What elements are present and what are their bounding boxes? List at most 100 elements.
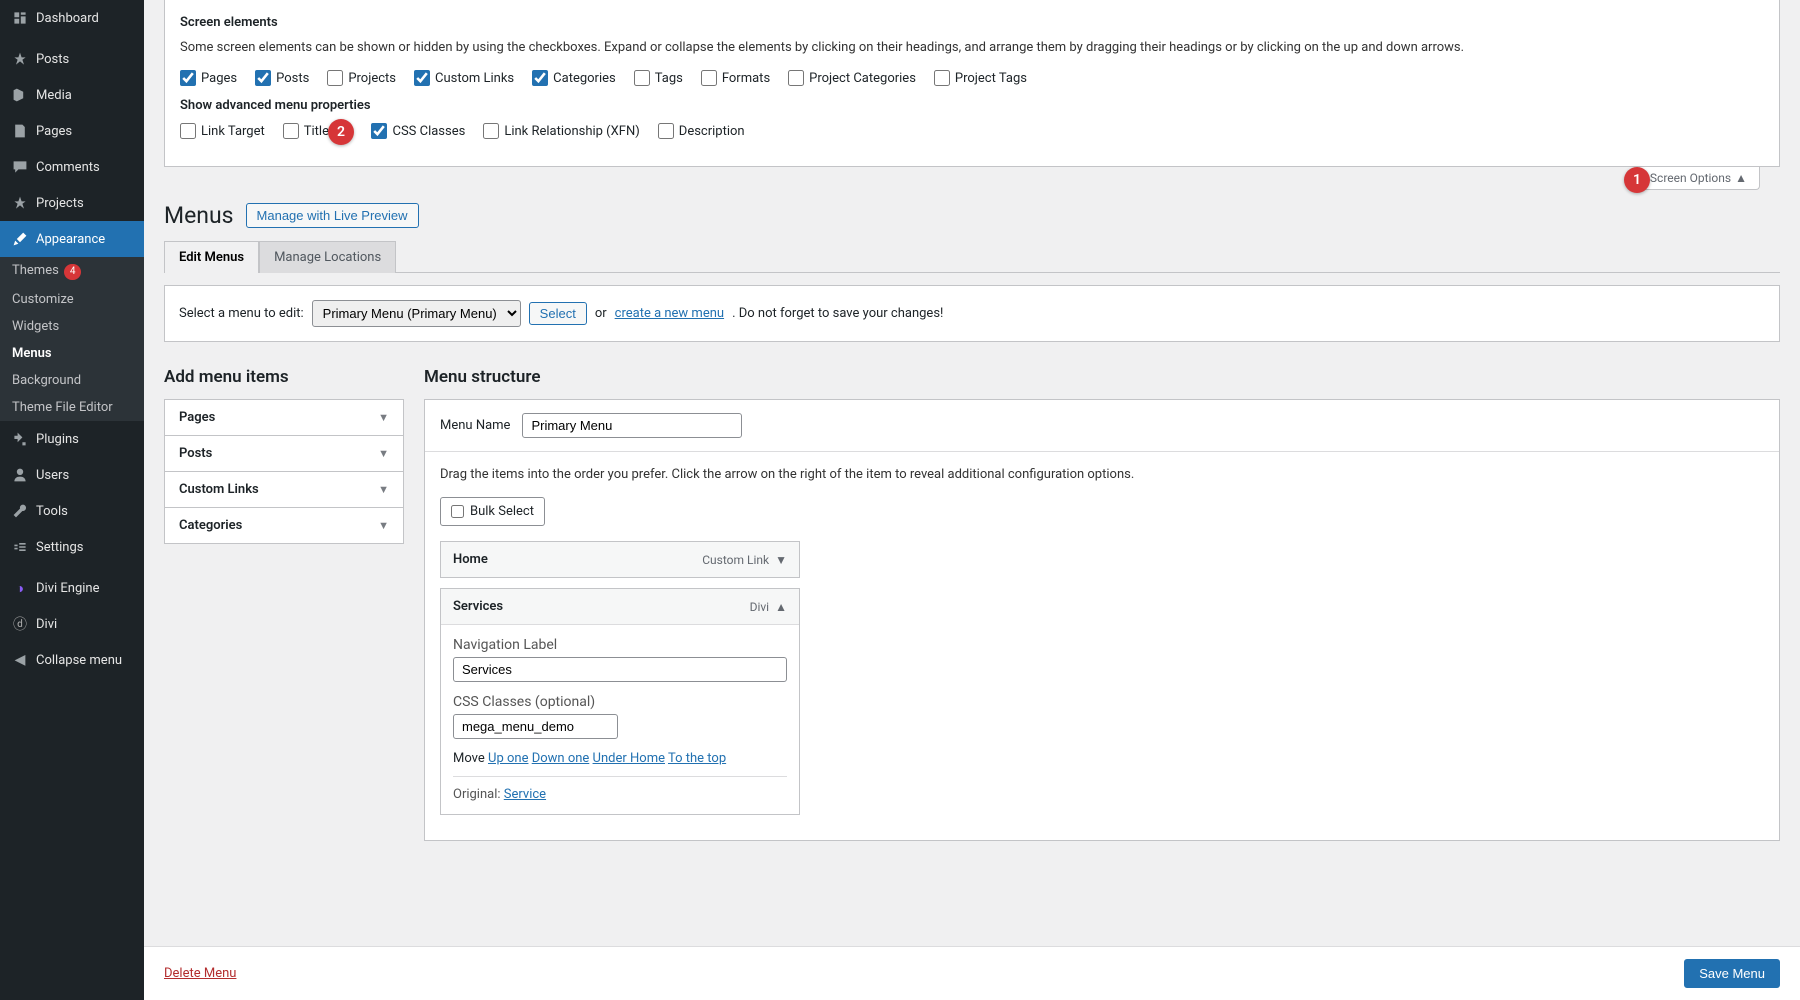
- menu-item-header[interactable]: Services Divi▲: [441, 589, 799, 624]
- chk-project-categories[interactable]: Project Categories: [788, 70, 916, 86]
- tab-edit-menus[interactable]: Edit Menus: [164, 241, 259, 273]
- submenu-background[interactable]: Background: [0, 367, 144, 394]
- menu-name-label: Menu Name: [440, 418, 510, 433]
- annotation-badge-2: 2: [328, 119, 354, 145]
- advanced-props-checkboxes: Link Target Title Attr CSS Classes Link …: [180, 123, 1764, 139]
- sidebar-item-appearance[interactable]: Appearance: [0, 221, 144, 257]
- menu-item-services: Services Divi▲ Navigation Label CSS Clas…: [440, 588, 800, 815]
- divi-engine-icon: ◑: [10, 578, 30, 598]
- save-menu-button[interactable]: Save Menu: [1684, 959, 1780, 988]
- chk-formats[interactable]: Formats: [701, 70, 770, 86]
- original-label: Original:: [453, 787, 501, 802]
- chevron-down-icon: ▼: [378, 411, 389, 424]
- chevron-down-icon: ▼: [378, 483, 389, 496]
- live-preview-button[interactable]: Manage with Live Preview: [246, 203, 419, 228]
- move-up-link[interactable]: Up one: [488, 751, 528, 766]
- chevron-down-icon: ▼: [378, 519, 389, 532]
- chevron-up-icon: ▲: [1735, 171, 1747, 185]
- chk-link-relationship[interactable]: Link Relationship (XFN): [483, 123, 639, 139]
- media-icon: [10, 85, 30, 105]
- nav-label-input[interactable]: [453, 657, 787, 682]
- delete-menu-link[interactable]: Delete Menu: [164, 966, 236, 981]
- structure-hint: Drag the items into the order you prefer…: [425, 452, 1779, 497]
- sidebar-label: Divi Engine: [36, 581, 99, 596]
- chevron-down-icon: ▼: [775, 553, 787, 567]
- sidebar-item-collapse[interactable]: ◀Collapse menu: [0, 642, 144, 678]
- sidebar-item-divi[interactable]: ⓓ Divi: [0, 606, 144, 642]
- submenu-theme-file-editor[interactable]: Theme File Editor: [0, 394, 144, 421]
- sidebar-item-tools[interactable]: Tools: [0, 493, 144, 529]
- bulk-select[interactable]: Bulk Select: [440, 497, 545, 526]
- sidebar-label: Tools: [36, 504, 68, 519]
- select-button[interactable]: Select: [529, 302, 587, 325]
- move-top-link[interactable]: To the top: [668, 751, 726, 766]
- footer-bar: Delete Menu Save Menu: [144, 946, 1800, 1000]
- sidebar-label: Media: [36, 88, 72, 103]
- sidebar-label: Plugins: [36, 432, 79, 447]
- chk-tags[interactable]: Tags: [634, 70, 683, 86]
- sidebar-item-pages[interactable]: Pages: [0, 113, 144, 149]
- sidebar-item-media[interactable]: Media: [0, 77, 144, 113]
- chk-link-target[interactable]: Link Target: [180, 123, 265, 139]
- menu-item-header[interactable]: Home Custom Link▼: [441, 542, 799, 577]
- acc-custom-links[interactable]: Custom Links▼: [165, 472, 403, 508]
- appearance-submenu: Themes4 Customize Widgets Menus Backgrou…: [0, 257, 144, 421]
- chk-project-tags[interactable]: Project Tags: [934, 70, 1027, 86]
- update-badge: 4: [64, 264, 82, 280]
- page-header: Menus Manage with Live Preview: [164, 202, 1780, 229]
- chk-posts[interactable]: Posts: [255, 70, 309, 86]
- chk-css-classes[interactable]: CSS Classes: [371, 123, 465, 139]
- menu-name-input[interactable]: [522, 413, 742, 438]
- pin-icon: [10, 193, 30, 213]
- chevron-down-icon: ▼: [378, 447, 389, 460]
- chk-description[interactable]: Description: [658, 123, 745, 139]
- sidebar-label: Comments: [36, 160, 100, 175]
- sidebar-item-dashboard[interactable]: Dashboard: [0, 0, 144, 36]
- create-menu-link[interactable]: create a new menu: [615, 306, 724, 321]
- sidebar-label: Pages: [36, 124, 72, 139]
- sidebar-label: Divi: [36, 617, 57, 632]
- nav-tabs: Edit Menus Manage Locations: [164, 241, 1780, 273]
- sidebar-label: Users: [36, 468, 69, 483]
- acc-pages[interactable]: Pages▼: [165, 400, 403, 436]
- divi-icon: ⓓ: [10, 614, 30, 634]
- comment-icon: [10, 157, 30, 177]
- original-link[interactable]: Service: [504, 787, 546, 802]
- chk-categories[interactable]: Categories: [532, 70, 616, 86]
- chk-custom-links[interactable]: Custom Links: [414, 70, 514, 86]
- collapse-icon: ◀: [10, 650, 30, 670]
- move-row: Move Up one Down one Under Home To the t…: [453, 751, 787, 766]
- sidebar-item-divi-engine[interactable]: ◑ Divi Engine: [0, 570, 144, 606]
- chk-pages[interactable]: Pages: [180, 70, 237, 86]
- sidebar-item-posts[interactable]: Posts: [0, 41, 144, 77]
- screen-elements-heading: Screen elements: [180, 15, 1764, 30]
- sidebar-item-users[interactable]: Users: [0, 457, 144, 493]
- move-under-link[interactable]: Under Home: [593, 751, 665, 766]
- sidebar-label: Appearance: [36, 232, 105, 247]
- tab-manage-locations[interactable]: Manage Locations: [259, 241, 396, 273]
- sidebar-item-plugins[interactable]: Plugins: [0, 421, 144, 457]
- screen-elements-desc: Some screen elements can be shown or hid…: [180, 40, 1764, 55]
- acc-categories[interactable]: Categories▼: [165, 508, 403, 543]
- chk-projects[interactable]: Projects: [327, 70, 396, 86]
- move-down-link[interactable]: Down one: [532, 751, 590, 766]
- acc-posts[interactable]: Posts▼: [165, 436, 403, 472]
- submenu-customize[interactable]: Customize: [0, 286, 144, 313]
- screen-options-toggle[interactable]: Screen Options▲: [1637, 167, 1760, 190]
- submenu-menus[interactable]: Menus: [0, 340, 144, 367]
- admin-sidebar: Dashboard Posts Media Pages Comments Pro…: [0, 0, 144, 1000]
- page-title: Menus: [164, 202, 234, 229]
- sidebar-item-settings[interactable]: Settings: [0, 529, 144, 565]
- pin-icon: [10, 49, 30, 69]
- wrench-icon: [10, 501, 30, 521]
- submenu-widgets[interactable]: Widgets: [0, 313, 144, 340]
- menu-select[interactable]: Primary Menu (Primary Menu): [312, 300, 521, 327]
- sidebar-item-projects[interactable]: Projects: [0, 185, 144, 221]
- css-classes-input[interactable]: [453, 714, 618, 739]
- submenu-themes[interactable]: Themes4: [0, 257, 144, 286]
- menu-structure-heading: Menu structure: [424, 367, 1780, 387]
- brush-icon: [10, 229, 30, 249]
- sidebar-item-comments[interactable]: Comments: [0, 149, 144, 185]
- select-prompt: Select a menu to edit:: [179, 306, 304, 321]
- sidebar-label: Projects: [36, 196, 84, 211]
